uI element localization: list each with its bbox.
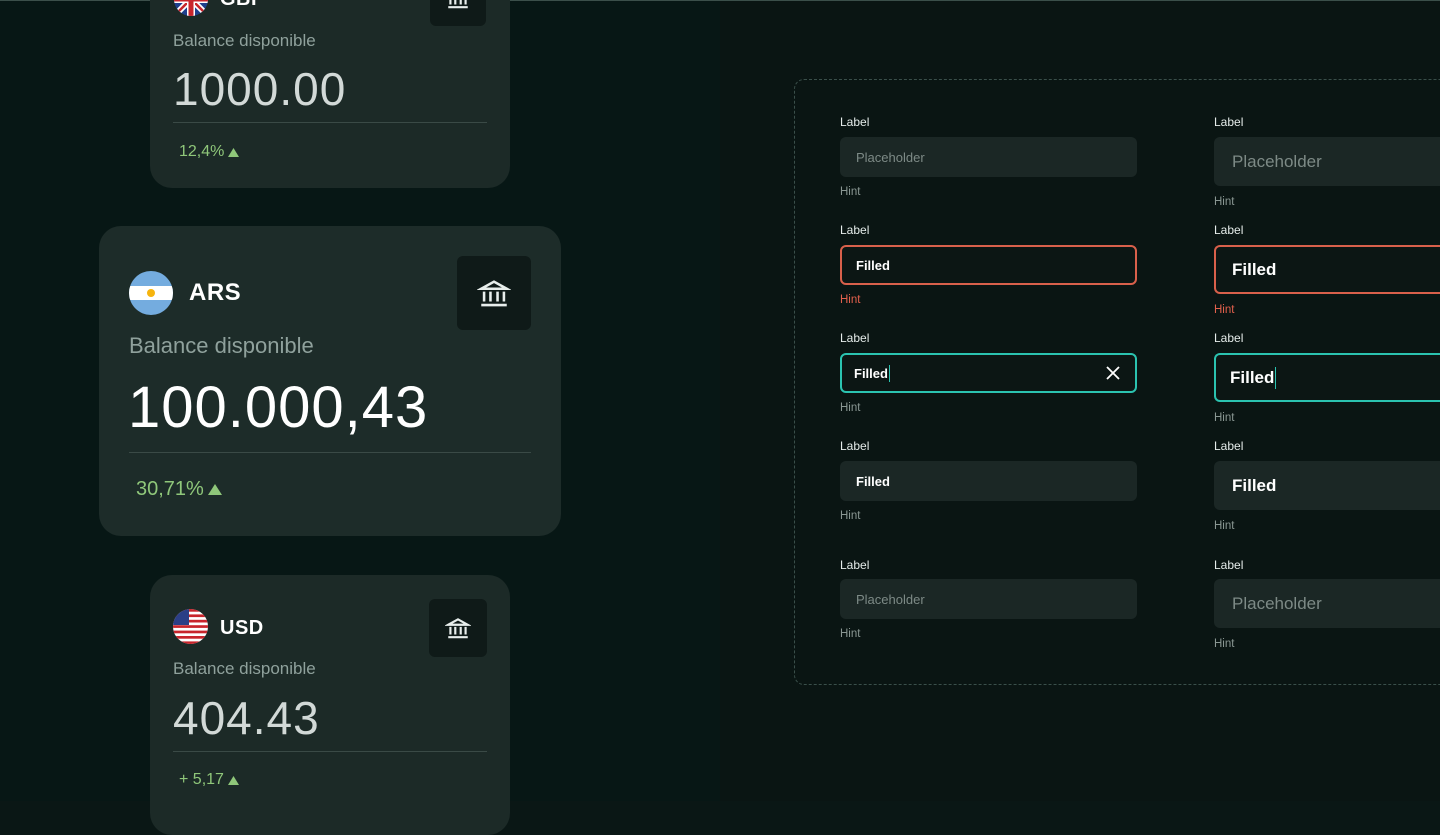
field-label: Label — [1214, 439, 1244, 453]
text-caret — [1275, 366, 1277, 389]
balance-label: Balance disponible — [129, 333, 314, 358]
balance-card-gbp[interactable]: GBP Balance disponible 1000.00 12,4% — [150, 0, 510, 188]
triangle-up-icon — [207, 484, 222, 495]
change-indicator: 30,71% — [136, 478, 222, 501]
field-hint-error: Hint — [840, 294, 861, 306]
currency-code: USD — [220, 617, 264, 639]
argentina-flag-icon — [129, 271, 173, 315]
balance-amount: 100.000,43 — [128, 375, 429, 440]
text-field-error[interactable] — [840, 245, 1137, 285]
text-input[interactable] — [854, 472, 1123, 490]
field-value[interactable]: Filled — [1230, 368, 1274, 388]
text-field-default[interactable] — [840, 137, 1137, 177]
uk-flag-icon — [174, 0, 208, 16]
field-hint: Hint — [1214, 520, 1235, 532]
text-input[interactable] — [854, 148, 1123, 166]
field-hint: Hint — [1214, 196, 1235, 208]
us-flag-icon — [173, 609, 208, 644]
text-input[interactable] — [1230, 474, 1424, 497]
currency-code: ARS — [189, 279, 242, 306]
change-indicator: + 5,17 — [179, 771, 239, 789]
bank-icon — [445, 618, 471, 639]
bank-button[interactable] — [429, 599, 487, 657]
balance-card-ars[interactable]: ARS Balance disponible 100.000,43 30,71% — [99, 226, 561, 536]
text-field-filled[interactable] — [840, 461, 1137, 501]
bank-button[interactable] — [457, 256, 531, 330]
change-value: + 5,17 — [179, 771, 224, 788]
change-indicator: 12,4% — [179, 143, 240, 161]
field-label: Label — [840, 223, 870, 237]
triangle-up-icon — [228, 147, 240, 157]
field-label: Label — [1214, 223, 1244, 237]
card-divider — [173, 751, 487, 752]
field-label: Label — [840, 558, 870, 572]
text-field-disabled — [840, 579, 1137, 619]
card-divider — [129, 452, 531, 453]
text-field-default[interactable] — [1214, 137, 1440, 186]
field-hint: Hint — [840, 402, 861, 414]
triangle-up-icon — [227, 775, 239, 785]
change-value: 30,71% — [136, 478, 204, 500]
close-icon[interactable] — [1105, 365, 1121, 381]
field-hint: Hint — [840, 628, 861, 640]
text-input — [854, 590, 1123, 608]
text-input — [1230, 592, 1424, 615]
text-field-filled[interactable] — [1214, 461, 1440, 510]
balance-label: Balance disponible — [173, 31, 316, 50]
text-input[interactable] — [1230, 150, 1424, 173]
bank-icon — [477, 280, 511, 307]
currency-code: GBP — [220, 0, 265, 11]
field-label: Label — [840, 115, 870, 129]
field-label: Label — [840, 331, 870, 345]
bank-icon — [448, 0, 468, 9]
field-hint: Hint — [1214, 638, 1235, 650]
balance-card-usd[interactable]: USD Balance disponible 404.43 + 5,17 — [150, 575, 510, 835]
field-label: Label — [1214, 331, 1244, 345]
text-input[interactable] — [1230, 258, 1426, 281]
balance-amount: 404.43 — [173, 692, 320, 744]
field-hint: Hint — [840, 186, 861, 198]
field-label: Label — [1214, 115, 1244, 129]
field-hint: Hint — [840, 510, 861, 522]
field-hint-error: Hint — [1214, 304, 1235, 316]
text-field-focused[interactable]: Filled — [1214, 353, 1440, 402]
text-field-focused[interactable]: Filled — [840, 353, 1137, 393]
field-value[interactable]: Filled — [854, 366, 888, 381]
balance-amount: 1000.00 — [173, 63, 347, 115]
card-divider — [173, 122, 487, 123]
field-hint: Hint — [1214, 412, 1235, 424]
bank-button[interactable] — [430, 0, 486, 26]
text-caret — [888, 364, 890, 382]
field-label: Label — [1214, 558, 1244, 572]
balance-label: Balance disponible — [173, 659, 316, 678]
text-input[interactable] — [854, 256, 1123, 274]
text-field-disabled — [1214, 579, 1440, 628]
field-label: Label — [840, 439, 870, 453]
text-field-error[interactable] — [1214, 245, 1440, 294]
change-value: 12,4% — [179, 143, 225, 160]
